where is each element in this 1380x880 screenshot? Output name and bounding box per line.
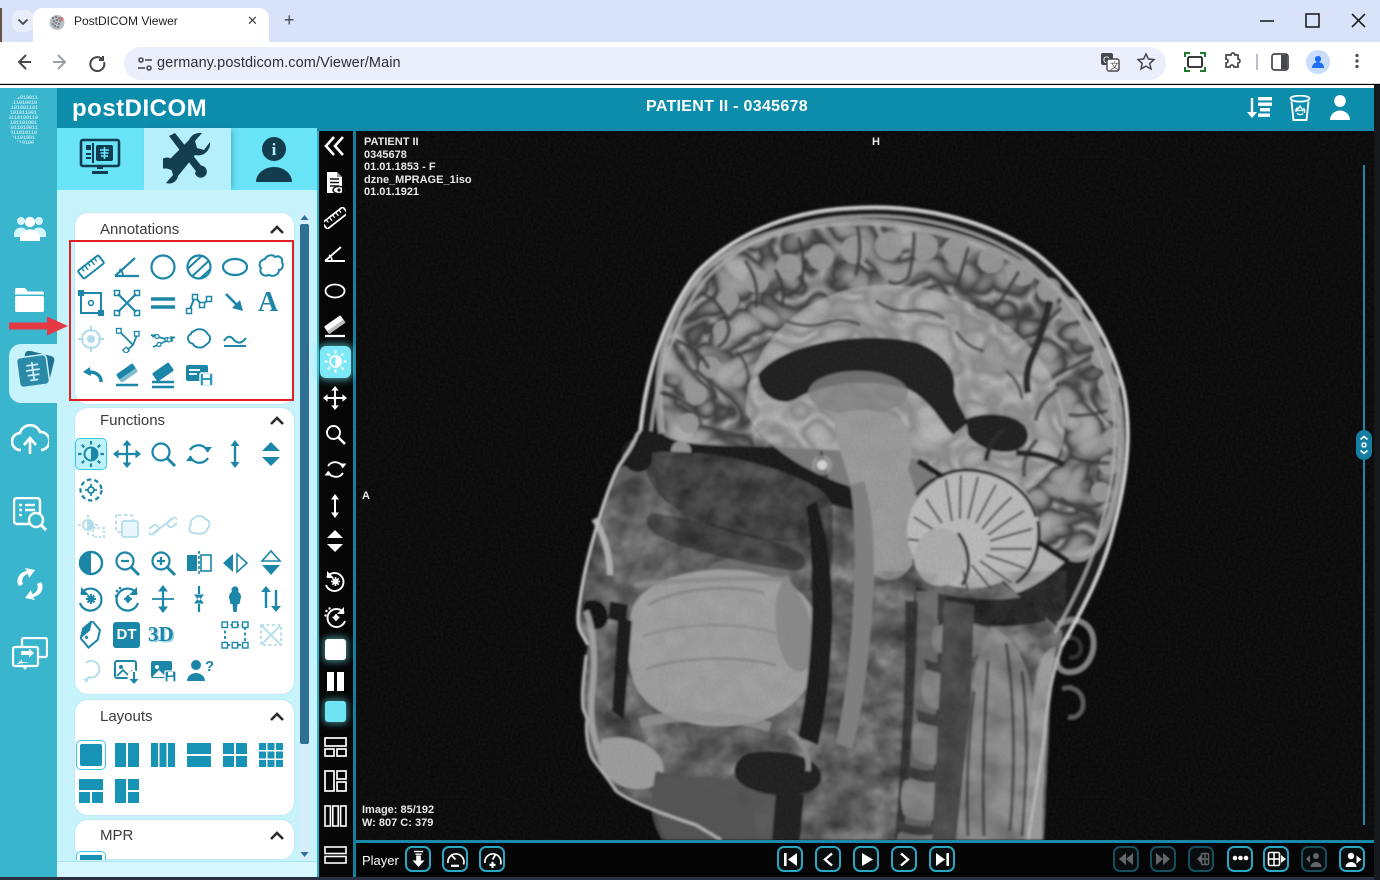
svg-text:?: ?: [205, 658, 214, 675]
svg-text:文: 文: [1110, 60, 1119, 71]
svg-text:10110100: 10110100: [10, 140, 34, 145]
svg-text:i: i: [272, 140, 277, 159]
